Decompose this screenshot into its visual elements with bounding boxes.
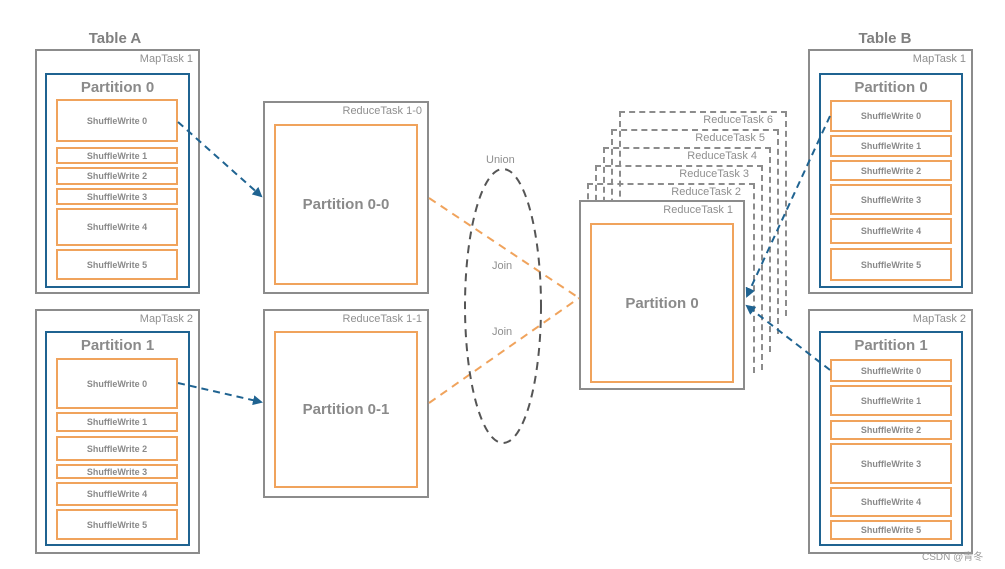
shuffle-arrow-b0 <box>745 115 831 298</box>
shuffle-arrow-b1 <box>745 304 831 371</box>
union-ellipse <box>464 168 542 444</box>
join-line-2 <box>428 297 580 404</box>
shuffle-arrow-a0 <box>177 121 263 198</box>
watermark: CSDN @青冬 <box>922 552 984 563</box>
shuffle-arrow-a1 <box>177 382 263 406</box>
join-line-1 <box>428 197 580 299</box>
connectors-layer <box>177 115 831 444</box>
